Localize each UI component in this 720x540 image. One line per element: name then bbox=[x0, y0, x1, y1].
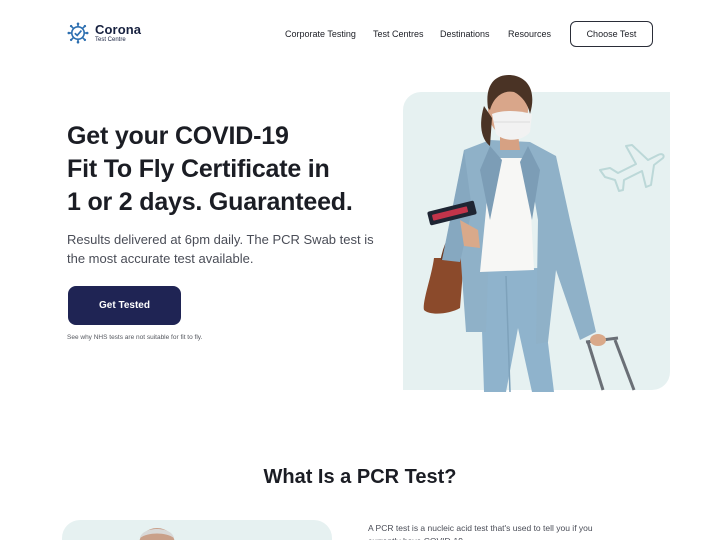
pcr-image-panel bbox=[62, 520, 332, 540]
nhs-note-link[interactable]: See why NHS tests are not suitable for f… bbox=[67, 334, 202, 341]
nav-test-centres[interactable]: Test Centres bbox=[373, 29, 424, 39]
hero-description: Results delivered at 6pm daily. The PCR … bbox=[67, 232, 374, 266]
get-tested-button[interactable]: Get Tested bbox=[68, 286, 181, 325]
hero-title-line: Get your COVID-19 bbox=[67, 122, 289, 150]
hero-title: Get your COVID-19 Fit To Fly Certificate… bbox=[67, 120, 397, 219]
brand-name: Corona bbox=[95, 22, 142, 37]
hero-title-line: Fit To Fly Certificate in bbox=[67, 155, 330, 183]
brand-logo[interactable]: Corona Test Centre bbox=[67, 22, 141, 44]
logo-virus-icon bbox=[67, 22, 89, 44]
nav-resources[interactable]: Resources bbox=[508, 29, 551, 39]
hero-title-line: 1 or 2 days. Guaranteed. bbox=[67, 188, 353, 216]
nav-corporate-testing[interactable]: Corporate Testing bbox=[285, 29, 356, 39]
pcr-description: A PCR test is a nucleic acid test that's… bbox=[368, 523, 593, 540]
nav-destinations[interactable]: Destinations bbox=[440, 29, 490, 39]
site-header: Corona Test Centre Corporate Testing Tes… bbox=[0, 0, 720, 70]
brand-subtitle: Test Centre bbox=[95, 37, 126, 43]
choose-test-button[interactable]: Choose Test bbox=[570, 21, 653, 47]
doctor-photo bbox=[139, 528, 175, 540]
traveller-photo bbox=[423, 75, 636, 392]
section-title: What Is a PCR Test? bbox=[263, 466, 457, 488]
